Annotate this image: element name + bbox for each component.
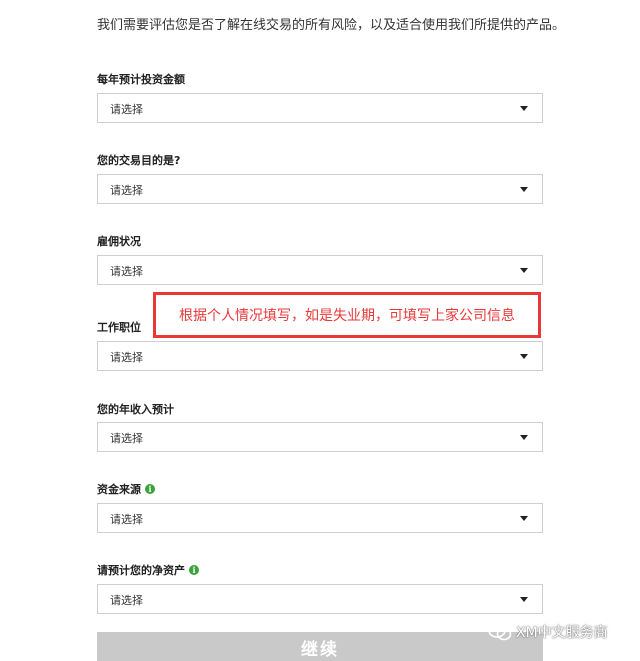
annual-income-select[interactable]: 请选择 xyxy=(97,422,543,452)
select-value: 请选择 xyxy=(110,184,143,197)
job-position-select[interactable]: 请选择 xyxy=(97,341,543,371)
field-label-text: 您的年收入预计 xyxy=(97,403,174,416)
select-value: 请选择 xyxy=(110,594,143,607)
watermark-text: XM中文服务商 xyxy=(516,625,608,641)
caret-down-icon xyxy=(520,354,528,359)
info-icon[interactable]: i xyxy=(189,565,199,575)
annotation-callout: 根据个人情况填写，如是失业期，可填写上家公司信息 xyxy=(153,292,541,338)
field-label-annual-investment: 每年预计投资金额 xyxy=(97,71,185,87)
continue-button[interactable]: 继续 xyxy=(97,632,543,661)
caret-down-icon xyxy=(520,268,528,273)
field-label-text: 雇佣状况 xyxy=(97,235,141,248)
select-value: 请选择 xyxy=(110,265,143,278)
continue-button-label: 继续 xyxy=(301,640,339,660)
field-label-text: 资金来源 xyxy=(97,483,141,496)
caret-down-icon xyxy=(520,435,528,440)
select-value: 请选择 xyxy=(110,103,143,116)
info-icon[interactable]: i xyxy=(145,484,155,494)
field-label-source-of-funds: 资金来源 i xyxy=(97,481,155,497)
caret-down-icon xyxy=(520,516,528,521)
source-of-funds-select[interactable]: 请选择 xyxy=(97,503,543,533)
intro-text: 我们需要评估您是否了解在线交易的所有风险，以及适合使用我们所提供的产品。 xyxy=(97,18,566,33)
field-label-text: 工作职位 xyxy=(97,321,141,334)
field-label-text: 您的交易目的是? xyxy=(97,154,181,167)
annual-investment-select[interactable]: 请选择 xyxy=(97,93,543,123)
watermark: XM中文服务商 xyxy=(488,622,608,642)
wechat-icon xyxy=(488,623,512,641)
select-value: 请选择 xyxy=(110,513,143,526)
field-label-annual-income: 您的年收入预计 xyxy=(97,401,174,417)
field-label-employment-status: 雇佣状况 xyxy=(97,233,141,249)
field-label-net-worth: 请预计您的净资产 i xyxy=(97,562,199,578)
select-value: 请选择 xyxy=(110,432,143,445)
net-worth-select[interactable]: 请选择 xyxy=(97,584,543,614)
caret-down-icon xyxy=(520,597,528,602)
annotation-callout-text: 根据个人情况填写，如是失业期，可填写上家公司信息 xyxy=(179,308,515,324)
field-label-trading-purpose: 您的交易目的是? xyxy=(97,152,180,168)
field-label-text: 每年预计投资金额 xyxy=(97,73,185,86)
field-label-job-position: 工作职位 xyxy=(97,319,141,335)
select-value: 请选择 xyxy=(110,351,143,364)
trading-purpose-select[interactable]: 请选择 xyxy=(97,174,543,204)
employment-status-select[interactable]: 请选择 xyxy=(97,255,543,285)
caret-down-icon xyxy=(520,187,528,192)
caret-down-icon xyxy=(520,106,528,111)
field-label-text: 请预计您的净资产 xyxy=(97,564,185,577)
